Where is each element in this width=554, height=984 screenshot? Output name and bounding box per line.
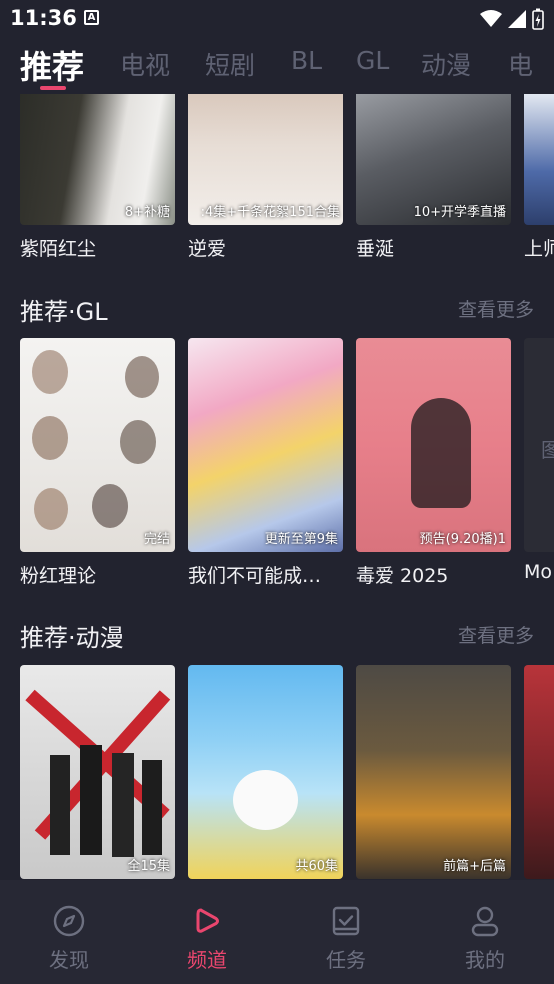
- poster-image: 更新至第9集: [188, 338, 343, 552]
- poster-badge: 共60集: [295, 859, 338, 874]
- poster-image: 8+补糖: [20, 94, 175, 225]
- view-more-link[interactable]: 查看更多: [458, 295, 534, 322]
- poster-image: 前篇+后篇: [356, 665, 511, 879]
- nav-tasks[interactable]: 任务: [296, 904, 396, 973]
- poster-image: [524, 94, 554, 225]
- tab-tv[interactable]: 电视: [120, 46, 170, 82]
- bottom-navigation: 发现 频道 任务 我的: [0, 880, 554, 984]
- play-icon: [196, 908, 219, 933]
- nav-label: 我的: [465, 948, 505, 972]
- poster-badge: :4集+千条花絮151合集: [200, 205, 340, 220]
- poster-badge: 全15集: [127, 859, 170, 874]
- anime-card[interactable]: 共60集: [188, 665, 343, 880]
- view-more-link[interactable]: 查看更多: [458, 621, 534, 648]
- drama-card[interactable]: 8+补糖 紫陌红尘: [20, 94, 175, 261]
- task-icon: [332, 906, 360, 936]
- poster-image: 预告(9.20播)1: [356, 338, 511, 552]
- tab-short-drama[interactable]: 短剧: [205, 46, 255, 82]
- drama-card[interactable]: 完结 粉红理论: [20, 338, 175, 588]
- drama-card[interactable]: 图 Mo: [524, 338, 554, 583]
- row-gl: 完结 粉红理论 更新至第9集 我们不可能成… 预告(9.20播)1 毒爱 202…: [20, 338, 554, 598]
- active-tab-indicator: [40, 86, 66, 90]
- poster-image: 10+开学季直播: [356, 94, 511, 225]
- row-anime: 全15集 共60集 前篇+后篇: [20, 665, 554, 880]
- drama-card[interactable]: 更新至第9集 我们不可能成…: [188, 338, 343, 588]
- tab-gl[interactable]: GL: [356, 46, 389, 75]
- section-title: 推荐·动漫: [20, 624, 124, 652]
- signal-icon: [508, 10, 526, 28]
- anime-card[interactable]: [524, 665, 554, 880]
- drama-card[interactable]: :4集+千条花絮151合集 逆爱: [188, 94, 343, 261]
- poster-art: [25, 689, 171, 857]
- drama-card[interactable]: 上师: [524, 94, 554, 261]
- nav-channel[interactable]: 频道: [157, 904, 257, 973]
- card-title: 我们不可能成…: [188, 565, 322, 587]
- image-placeholder-icon: 图: [541, 438, 554, 462]
- anime-card[interactable]: 全15集: [20, 665, 175, 880]
- poster-image: 共60集: [188, 665, 343, 879]
- poster-placeholder: 图: [524, 338, 554, 552]
- poster-image: [524, 665, 554, 879]
- card-title: 逆爱: [188, 238, 227, 260]
- poster-badge: 预告(9.20播)1: [419, 532, 506, 547]
- nav-profile[interactable]: 我的: [435, 904, 535, 973]
- poster-image: 全15集: [20, 665, 175, 879]
- poster-image: :4集+千条花絮151合集: [188, 94, 343, 225]
- battery-icon: [532, 8, 544, 30]
- card-title: 垂涎: [356, 238, 395, 260]
- section-header-gl: 推荐·GL 查看更多: [20, 292, 534, 326]
- status-time: 11:36: [10, 6, 77, 30]
- drama-card[interactable]: 预告(9.20播)1 毒爱 2025: [356, 338, 511, 588]
- tab-movie[interactable]: 电: [508, 46, 533, 82]
- card-title: 毒爱 2025: [356, 565, 449, 587]
- card-title: 粉红理论: [20, 565, 97, 587]
- card-title: 紫陌红尘: [20, 238, 97, 260]
- notification-a-icon: A: [84, 10, 99, 25]
- compass-icon: [53, 905, 85, 937]
- category-tabs: 推荐 电视 短剧 BL GL 动漫 电: [0, 40, 554, 94]
- wifi-icon: [480, 10, 502, 27]
- poster-badge: 10+开学季直播: [413, 205, 506, 220]
- content-scroll[interactable]: 8+补糖 紫陌红尘 :4集+千条花絮151合集 逆爱 10+开学季直播 垂涎 上…: [0, 94, 554, 880]
- nav-label: 发现: [49, 948, 89, 972]
- drama-card[interactable]: 10+开学季直播 垂涎: [356, 94, 511, 261]
- nav-label: 频道: [187, 948, 227, 972]
- section-header-anime: 推荐·动漫 查看更多: [20, 618, 534, 652]
- card-title: Mo: [524, 561, 553, 583]
- user-icon: [471, 906, 499, 937]
- poster-badge: 8+补糖: [124, 205, 170, 220]
- system-icons: [480, 8, 544, 30]
- poster-badge: 更新至第9集: [264, 532, 338, 547]
- tab-anime[interactable]: 动漫: [421, 46, 471, 82]
- poster-badge: 完结: [143, 532, 170, 547]
- tab-bl[interactable]: BL: [291, 46, 322, 75]
- anime-card[interactable]: 前篇+后篇: [356, 665, 511, 880]
- poster-image: 完结: [20, 338, 175, 552]
- poster-badge: 前篇+后篇: [443, 859, 506, 874]
- nav-discover[interactable]: 发现: [19, 904, 119, 973]
- section-title: 推荐·GL: [20, 298, 108, 326]
- nav-label: 任务: [326, 948, 366, 972]
- card-title: 上师: [524, 238, 554, 260]
- status-bar: 11:36 A: [0, 0, 554, 40]
- tab-recommend[interactable]: 推荐: [20, 42, 84, 88]
